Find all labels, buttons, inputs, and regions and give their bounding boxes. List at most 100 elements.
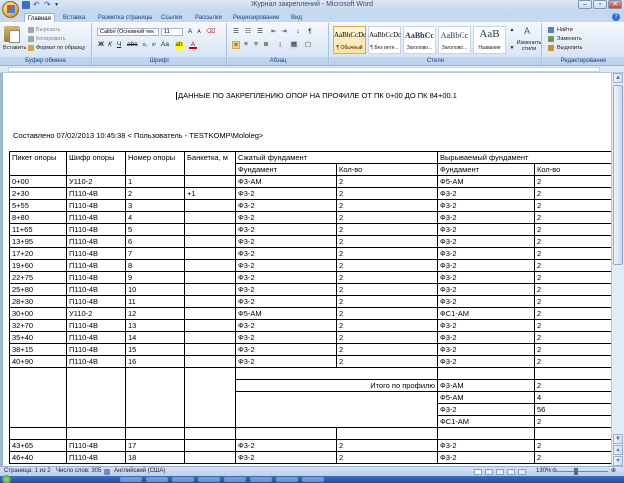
decrease-indent-icon[interactable]: ⇤ [270,28,278,36]
paste-button[interactable]: Вставить [3,45,26,51]
style-heading-1[interactable]: AaBbCc Заголово... [403,26,436,54]
taskbar-item[interactable] [276,477,298,482]
scroll-down-icon[interactable]: ▼ [613,434,623,444]
cut-button[interactable]: Вырезать [36,27,60,33]
zoom-slider-knob[interactable] [574,468,578,475]
web-layout-icon[interactable] [496,469,504,475]
style-no-spacing[interactable]: AaBbCcDc ¶ Без инте... [368,26,401,54]
taskbar-item[interactable] [120,477,142,482]
find-button[interactable]: Найти [557,27,573,33]
replace-icon[interactable] [548,36,554,42]
document-page[interactable]: ДАННЫЕ ПО ЗАКРЕПЛЕНИЮ ОПОР НА ПРОФИЛЕ ОТ… [3,73,611,466]
style-title[interactable]: AaB Название [473,26,506,54]
font-size-combo[interactable]: 11 [161,28,183,36]
show-marks-icon[interactable]: ¶ [306,28,314,36]
draft-icon[interactable] [518,469,526,475]
highlight-icon[interactable]: ab [175,41,183,49]
taskbar [0,475,624,483]
proofing-icon[interactable] [104,469,110,475]
prev-page-icon[interactable]: ▴ [613,445,623,455]
taskbar-item[interactable] [224,477,246,482]
document-heading: ДАННЫЕ ПО ЗАКРЕПЛЕНИЮ ОПОР НА ПРОФИЛЕ ОТ… [176,91,457,101]
change-styles-button[interactable]: Изменить стили [516,40,542,52]
taskbar-item[interactable] [172,477,194,482]
next-page-icon[interactable]: ▾ [613,456,623,466]
print-layout-icon[interactable] [474,469,482,475]
clear-format-icon[interactable]: ⌫ [206,28,215,36]
line-spacing-icon[interactable]: ↨ [276,41,284,49]
copy-icon[interactable] [28,36,34,42]
vertical-scrollbar[interactable]: ▲ ▼ ▴ ▾ [611,73,624,466]
strikethrough-icon[interactable]: abc [127,41,137,49]
superscript-icon[interactable]: x² [150,41,158,49]
bullets-icon[interactable]: ☰ [232,28,240,36]
zoom-slider[interactable] [556,471,608,472]
style-heading-2[interactable]: AaBbCc Заголово... [438,26,471,54]
scroll-thumb[interactable] [613,85,623,265]
replace-button[interactable]: Заменить [557,36,582,42]
font-name-combo[interactable]: Calibri (Основной тек [97,28,159,36]
paragraph-group-label: Абзац [228,57,328,65]
start-icon[interactable] [2,475,11,483]
taskbar-item[interactable] [302,477,324,482]
align-left-icon[interactable]: ≡ [232,41,240,49]
taskbar-item[interactable] [146,477,168,482]
format-painter-icon[interactable] [28,45,34,51]
outline-icon[interactable] [507,469,515,475]
zoom-in-icon[interactable]: ⊕ [611,467,616,476]
close-button[interactable]: ✕ [608,0,622,9]
copy-button[interactable]: Копировать [36,36,66,42]
style-normal[interactable]: AaBbCcDc ¶ Обычный [333,26,366,54]
select-button[interactable]: Выделить [557,45,582,51]
status-words[interactable]: Число слов: 305 [56,467,101,476]
taskbar-item[interactable] [198,477,220,482]
minimize-button[interactable]: – [578,0,592,9]
bold-icon[interactable]: Ж [97,41,105,49]
align-center-icon[interactable]: ≡ [242,41,250,49]
borders-icon[interactable]: ▢ [304,41,312,49]
justify-icon[interactable]: ≣ [262,41,270,49]
cell-pulled-count: 2 [534,187,611,200]
styles-scroll-icon[interactable]: ▲ [508,26,516,34]
shading-icon[interactable]: ▦ [290,41,298,49]
font-color-icon[interactable]: A [189,41,197,49]
cell-banketka [184,211,236,224]
cell-picket: 11+65 [9,223,67,236]
sort-icon[interactable]: ↕ [294,28,302,36]
multilevel-list-icon[interactable]: ☰ [256,28,264,36]
cell-pulled-foundation: Ф3-2 [437,283,536,296]
totals-count: 4 [534,391,611,404]
cut-icon[interactable] [28,27,34,33]
change-case-icon[interactable]: Aa [161,41,169,49]
cell-cipher: П110-4В [66,295,126,308]
increase-indent-icon[interactable]: ⇥ [280,28,288,36]
select-icon[interactable] [548,45,554,51]
italic-icon[interactable]: К [106,41,114,49]
find-icon[interactable] [548,27,554,33]
status-page[interactable]: Страница: 1 из 2 [4,467,51,476]
taskbar-item[interactable] [250,477,272,482]
status-language[interactable]: Английский (США) [114,467,165,476]
format-painter-button[interactable]: Формат по образцу [36,45,85,51]
maximize-button[interactable]: ▫ [593,0,607,9]
scroll-up-icon[interactable]: ▲ [613,73,623,83]
horizontal-ruler[interactable] [0,66,624,73]
full-screen-reading-icon[interactable] [485,469,493,475]
grow-font-icon[interactable]: A [186,28,194,36]
styles-more-icon[interactable]: ▼ [508,44,516,52]
zoom-level[interactable]: 130% [536,467,551,476]
table-row: 2+30 П110-4В 2 +1 Ф3-2 2 Ф3-2 2 [9,187,611,200]
cell-compressed-foundation: Ф3-2 [235,199,337,212]
office-button[interactable] [2,1,19,18]
paste-icon[interactable] [4,26,20,43]
subscript-icon[interactable]: x₂ [141,41,149,49]
numbering-icon[interactable]: ☷ [244,28,252,36]
totals-label: Итого по профилю [234,379,439,392]
title-bar: ↶ ↷ ▾ Журнал закреплений - Microsoft Wor… [0,0,624,18]
shrink-font-icon[interactable]: A [195,28,203,36]
cell-number: 8 [125,259,185,272]
underline-icon[interactable]: Ч [115,41,123,49]
align-right-icon[interactable]: ≡ [252,41,260,49]
change-styles-icon[interactable]: A [523,27,531,36]
help-icon[interactable]: ? [612,13,620,21]
